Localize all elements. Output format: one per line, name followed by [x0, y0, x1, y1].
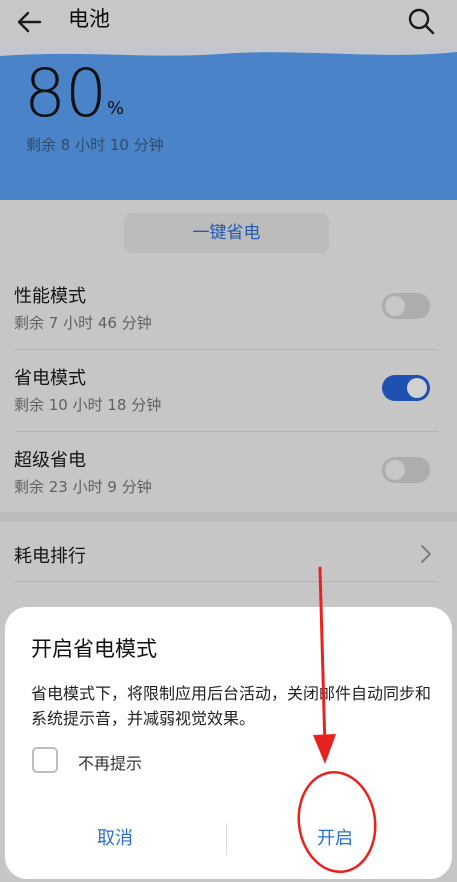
power-saving-dialog: 开启省电模式 省电模式下，将限制应用后台活动，关闭邮件自动同步和系统提示音，并减… [5, 607, 452, 879]
dialog-message: 省电模式下，将限制应用后台活动，关闭邮件自动同步和系统提示音，并减弱视觉效果。 [31, 684, 432, 728]
dont-remind-label: 不再提示 [78, 754, 143, 773]
button-divider [226, 823, 227, 855]
cancel-button[interactable]: 取消 [25, 819, 205, 859]
dialog-title: 开启省电模式 [31, 637, 157, 661]
confirm-button[interactable]: 开启 [245, 819, 425, 859]
dont-remind-checkbox[interactable] [32, 747, 58, 773]
